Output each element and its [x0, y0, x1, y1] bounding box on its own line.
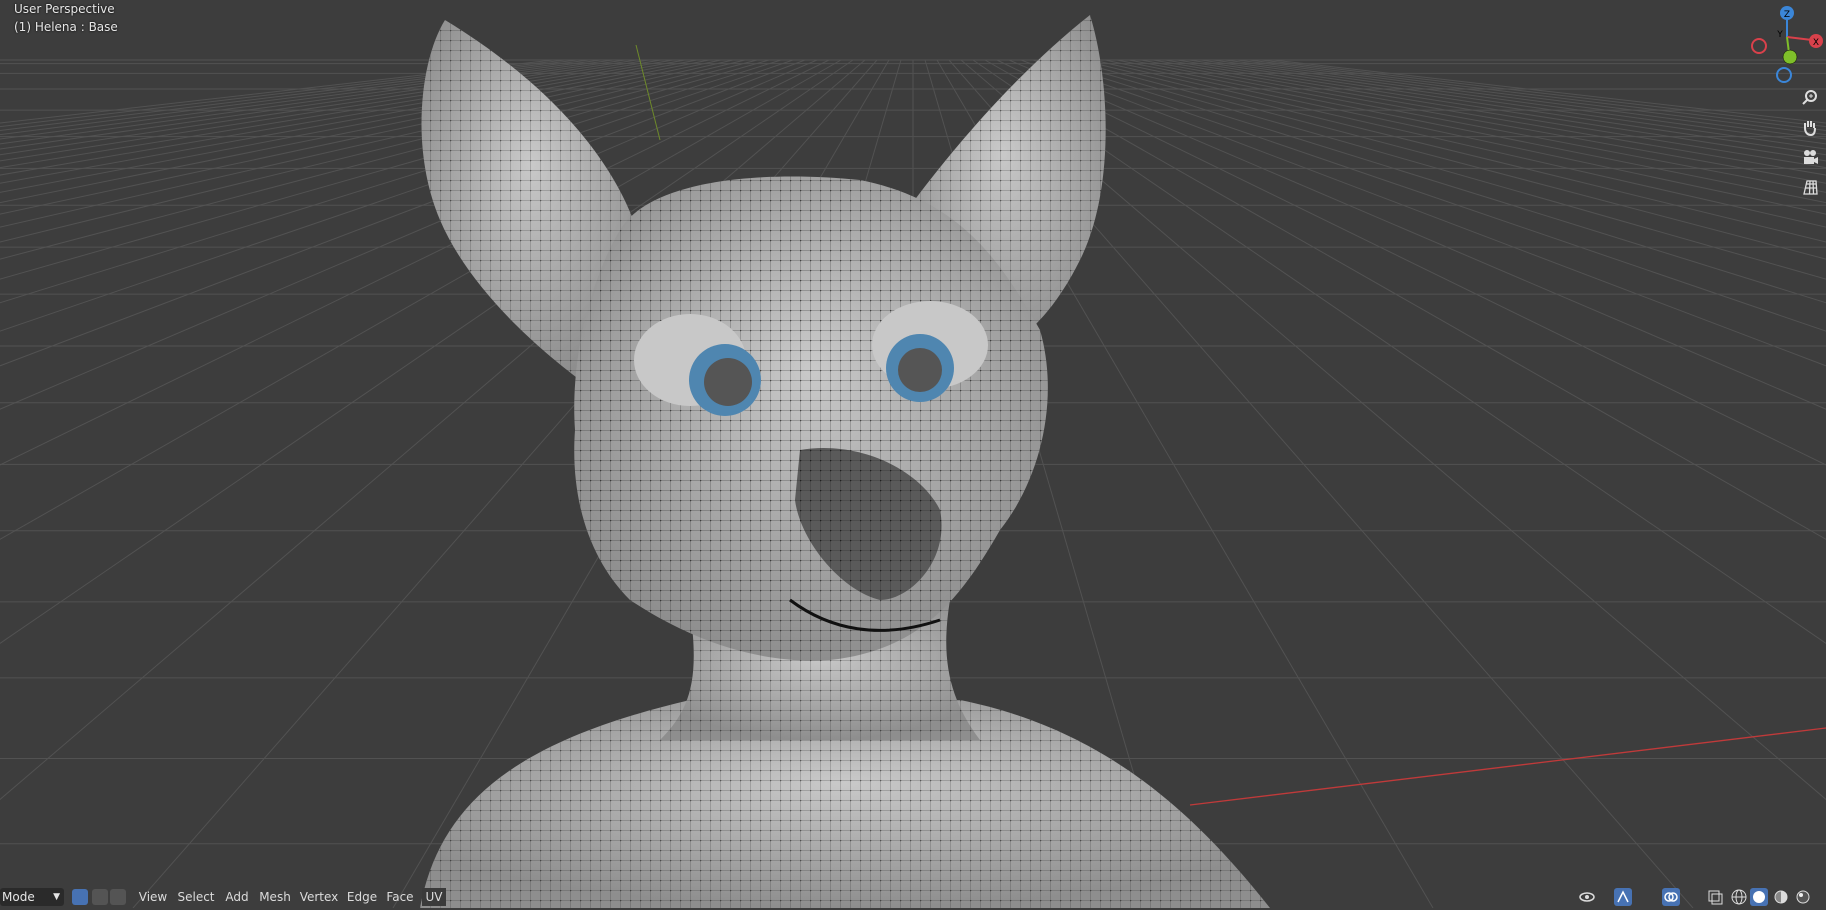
menu-uv[interactable]: UV	[422, 888, 446, 906]
grid-line	[1128, 59, 1826, 193]
menu-face[interactable]: Face	[384, 888, 416, 906]
solid-shading-icon[interactable]	[1750, 888, 1768, 906]
3d-viewport[interactable]	[0, 0, 1826, 908]
menu-view[interactable]: View	[136, 888, 170, 906]
camera-icon[interactable]	[1797, 144, 1823, 170]
vertex-select-icon[interactable]	[72, 889, 88, 905]
axis-y-label: Y	[1776, 30, 1783, 40]
grid-line	[1224, 59, 1826, 140]
axis-x-label: X	[1813, 38, 1819, 48]
material-shading-icon[interactable]	[1772, 888, 1790, 906]
menu-vertex[interactable]: Vertex	[298, 888, 340, 906]
edge-select-icon[interactable]	[92, 889, 108, 905]
axis-z-label: Z	[1784, 10, 1790, 20]
menu-mesh[interactable]: Mesh	[258, 888, 292, 906]
grid-line	[1032, 59, 1826, 332]
grid-line	[1068, 59, 1826, 260]
x-axis-line	[1189, 727, 1826, 806]
overlay-toggle-icon[interactable]	[1662, 888, 1680, 906]
menu-add[interactable]: Add	[222, 888, 252, 906]
grid-icon[interactable]	[1797, 174, 1823, 200]
mode-dropdown-label: Mode	[2, 890, 35, 904]
xray-toggle-icon[interactable]	[1706, 888, 1724, 906]
grid-line	[1056, 59, 1826, 280]
navigation-gizmo[interactable]: Z X Y	[1742, 2, 1826, 86]
active-object-label: (1) Helena : Base	[14, 20, 118, 34]
hand-pan-icon[interactable]	[1797, 114, 1823, 140]
chevron-down-icon: ▼	[53, 892, 60, 902]
grid-line	[1164, 59, 1826, 169]
rendered-shading-icon[interactable]	[1794, 888, 1812, 906]
viewport-header: Mode ▼ View Select Add Mesh Vertex Edge …	[0, 886, 1826, 908]
view-perspective-label: User Perspective	[14, 2, 115, 16]
menu-select[interactable]: Select	[176, 888, 216, 906]
grid-line	[1092, 59, 1826, 228]
grid-line	[1248, 59, 1826, 131]
grid-line	[1152, 59, 1826, 176]
gizmo-toggle-icon[interactable]	[1614, 888, 1632, 906]
visibility-eye-icon[interactable]	[1578, 888, 1596, 906]
grid-line	[1212, 59, 1826, 145]
grid-line	[1260, 59, 1826, 128]
grid-line	[1044, 59, 1826, 304]
menu-edge[interactable]: Edge	[346, 888, 378, 906]
grid-line	[1116, 59, 1826, 204]
grid-line	[1188, 59, 1826, 156]
face-select-icon[interactable]	[110, 889, 126, 905]
zoom-icon[interactable]	[1797, 84, 1823, 110]
mode-dropdown[interactable]: Mode ▼	[0, 888, 64, 906]
grid-line	[1236, 59, 1826, 136]
grid-line	[1140, 59, 1826, 184]
wireframe-shading-icon[interactable]	[1730, 888, 1748, 906]
grid-line	[1104, 59, 1826, 215]
mesh-model[interactable]	[420, 15, 1270, 908]
grid-line	[1200, 59, 1826, 150]
